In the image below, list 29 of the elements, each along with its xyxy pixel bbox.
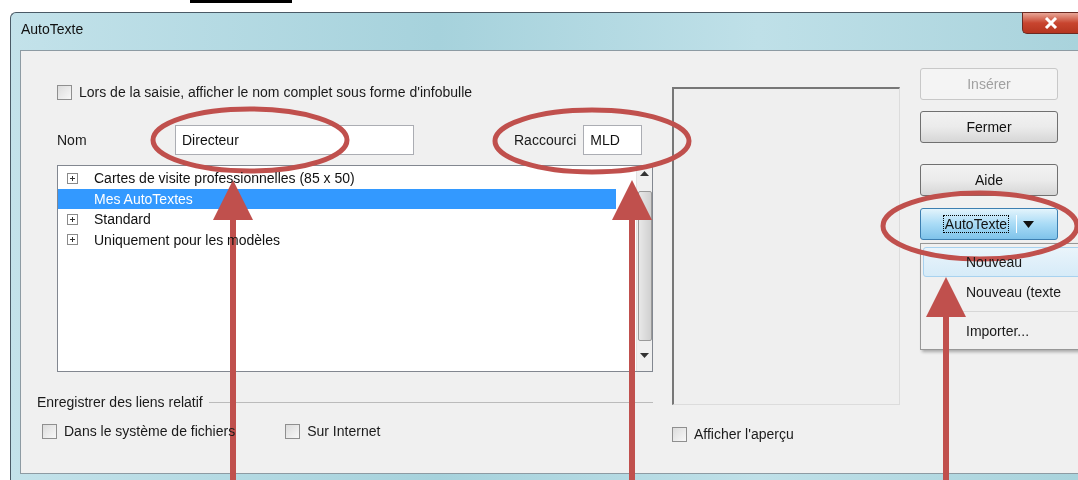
scroll-up-icon [640,171,649,177]
checkbox[interactable] [57,84,72,100]
expand-icon[interactable] [67,234,78,246]
checkbox-label: Sur Internet [307,423,381,439]
dialog-button[interactable]: Aide [920,164,1058,196]
name-label: Nom [57,132,88,148]
checkbox-label: Lors de la saisie, afficher le nom complet sous forme d'infobulle [79,84,473,100]
split-button[interactable]: AutoTexte [920,208,1058,240]
close-button[interactable] [1022,12,1078,34]
dialog-button[interactable]: Fermer [920,111,1058,143]
shortcut-field[interactable]: MLD [583,125,643,155]
menu-item[interactable]: Importer... [923,316,1078,346]
window-title: AutoTexte [21,21,84,37]
checkbox[interactable] [285,423,301,439]
caret-icon [1023,220,1035,228]
shortcut-label: Raccourci [514,132,577,148]
expand-icon[interactable] [67,172,78,184]
close-icon [1043,17,1058,29]
name-field[interactable]: Directeur [175,125,414,155]
menu-item[interactable]: Nouveau (texte [923,277,1078,307]
tree-item[interactable]: Cartes de visite professionnelles (85 x 50) [58,168,616,189]
group-title: Enregistrer des liens relatif [37,394,203,410]
checkbox-label: Afficher l'aperçu [694,426,794,442]
expand-icon[interactable] [67,213,78,225]
scroll-down-icon [640,353,649,359]
tree-item[interactable]: Standard [58,209,616,230]
checkbox[interactable] [42,423,57,439]
checkbox[interactable] [672,426,687,442]
scrollbar[interactable] [636,166,652,371]
